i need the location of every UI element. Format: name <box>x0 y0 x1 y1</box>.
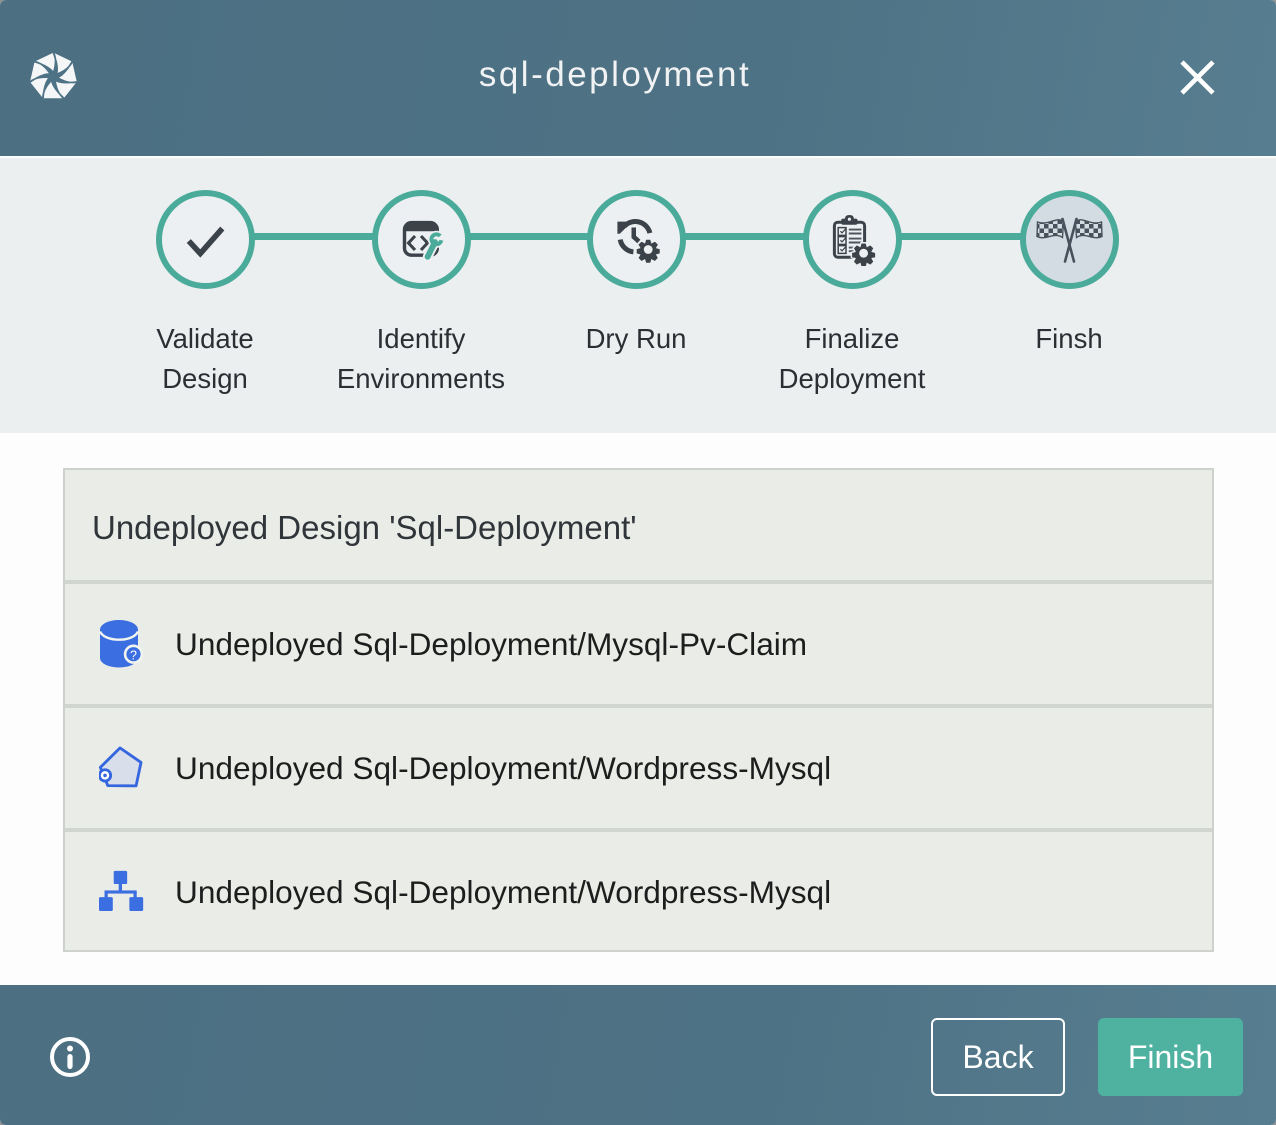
svg-text:?: ? <box>130 648 137 662</box>
